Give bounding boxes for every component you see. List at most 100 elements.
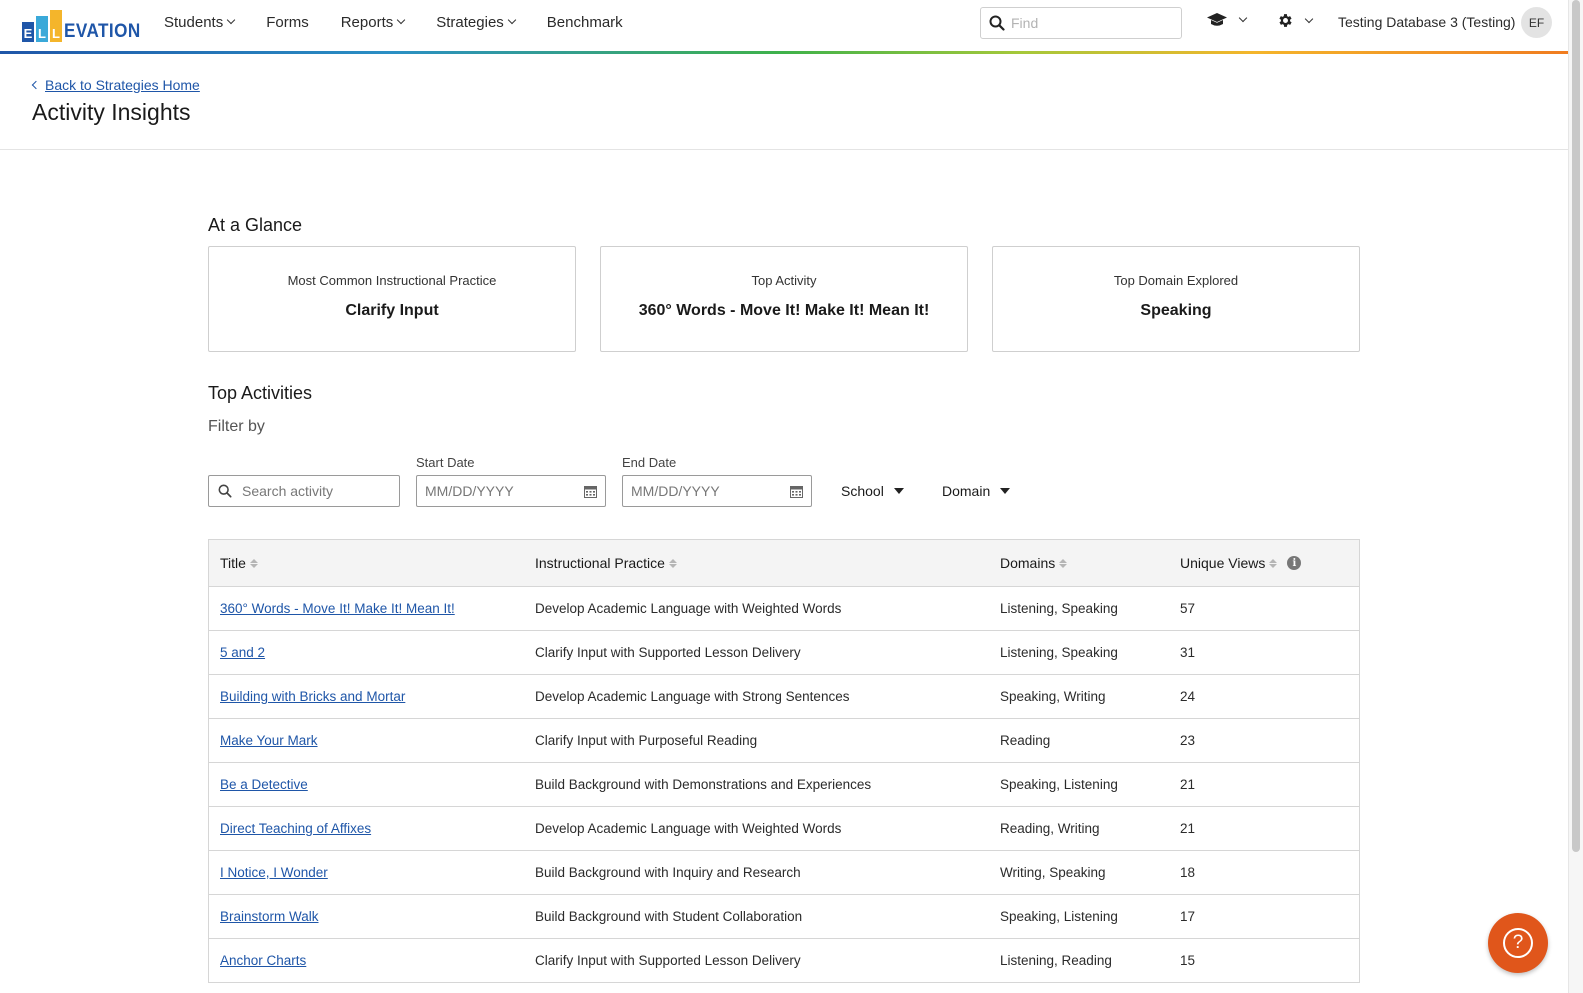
search-icon (218, 484, 232, 498)
back-to-strategies-link[interactable]: Back to Strategies Home (31, 77, 200, 93)
page-title: Activity Insights (32, 99, 191, 125)
table-row: 360° Words - Move It! Make It! Mean It! … (209, 587, 1359, 631)
domains-cell: Listening, Speaking (1000, 601, 1118, 616)
search-icon (989, 15, 1005, 31)
column-header-title[interactable]: Title (209, 555, 535, 571)
school-menu[interactable] (1206, 12, 1248, 28)
top-activities-heading: Top Activities (208, 383, 313, 403)
column-header-practice[interactable]: Instructional Practice (535, 555, 1000, 571)
chevron-left-icon (31, 80, 41, 90)
activity-title-link[interactable]: Brainstorm Walk (220, 909, 319, 924)
end-date-input[interactable] (631, 483, 771, 499)
nav-strategies[interactable]: Strategies (436, 14, 517, 31)
chevron-down-icon (1238, 13, 1248, 23)
practice-cell: Clarify Input with Purposeful Reading (535, 733, 758, 748)
logo-letter: L (36, 16, 48, 42)
avatar[interactable]: EF (1521, 7, 1552, 38)
glance-card-label: Top Domain Explored (1113, 273, 1239, 288)
glance-card-label: Most Common Instructional Practice (287, 273, 497, 288)
scrollbar-thumb[interactable] (1572, 0, 1580, 852)
views-cell: 57 (1180, 601, 1196, 616)
search-activity-field[interactable] (208, 475, 400, 507)
views-cell: 21 (1180, 821, 1196, 836)
table-row: Direct Teaching of Affixes Develop Acade… (209, 807, 1359, 851)
views-cell: 31 (1180, 645, 1196, 660)
column-header-label: Title (220, 555, 246, 571)
activity-title-link[interactable]: I Notice, I Wonder (220, 865, 328, 880)
main-nav: Students Forms Reports Strategies Benchm… (164, 0, 655, 44)
glance-card-label: Top Activity (751, 273, 817, 288)
practice-cell: Build Background with Student Collaborat… (535, 909, 803, 924)
info-icon[interactable]: i (1287, 556, 1302, 570)
find-search-box[interactable] (980, 7, 1182, 39)
glance-card-value: 360° Words - Move It! Make It! Mean It! (638, 302, 930, 319)
settings-menu[interactable] (1277, 12, 1314, 29)
back-link-label: Back to Strategies Home (45, 77, 200, 93)
domains-cell: Listening, Speaking (1000, 645, 1118, 660)
database-name[interactable]: Testing Database 3 (Testing) (1338, 14, 1515, 30)
activity-title-link[interactable]: Building with Bricks and Mortar (220, 689, 405, 704)
activity-title-link[interactable]: Direct Teaching of Affixes (220, 821, 371, 836)
domains-cell: Speaking, Writing (1000, 689, 1106, 704)
logo-bars: E L L (22, 10, 62, 42)
domain-filter-dropdown[interactable]: Domain (942, 483, 1011, 499)
domains-cell: Speaking, Listening (1000, 909, 1118, 924)
sort-icon (1269, 558, 1278, 568)
calendar-icon[interactable] (584, 485, 597, 498)
graduation-cap-icon (1207, 13, 1227, 26)
search-activity-input[interactable] (242, 483, 392, 499)
activity-title-link[interactable]: 5 and 2 (220, 645, 265, 660)
activity-title-link[interactable]: Be a Detective (220, 777, 308, 792)
column-header-label: Domains (1000, 555, 1056, 571)
end-date-field[interactable] (622, 475, 812, 507)
column-header-views[interactable]: Unique Views i (1180, 555, 1359, 571)
logo-letter: L (50, 10, 62, 42)
brand-gradient-bar (0, 51, 1568, 54)
nav-forms[interactable]: Forms (266, 14, 309, 31)
views-cell: 24 (1180, 689, 1196, 704)
glance-card-activity: Top Activity 360° Words - Move It! Make … (600, 246, 968, 352)
top-navbar: E L L EVATION Students Forms Reports Str… (0, 0, 1568, 51)
glance-card-practice: Most Common Instructional Practice Clari… (208, 246, 576, 352)
nav-students[interactable]: Students (164, 13, 236, 31)
glance-card-value: Speaking (1140, 302, 1212, 319)
practice-cell: Build Background with Inquiry and Resear… (535, 865, 801, 880)
table-row: Brainstorm Walk Build Background with St… (209, 895, 1359, 939)
table-row: I Notice, I Wonder Build Background with… (209, 851, 1359, 895)
nav-benchmark[interactable]: Benchmark (547, 14, 623, 31)
nav-label: Students (164, 13, 224, 31)
column-header-domains[interactable]: Domains (1000, 555, 1180, 571)
top-activities-table: Title Instructional Practice Domains Uni… (208, 539, 1360, 983)
school-filter-dropdown[interactable]: School (841, 483, 904, 499)
practice-cell: Develop Academic Language with Weighted … (535, 601, 842, 616)
at-a-glance-heading: At a Glance (208, 215, 303, 235)
ellevation-logo[interactable]: E L L EVATION (22, 10, 149, 42)
table-row: Anchor Charts Clarify Input with Support… (209, 939, 1359, 983)
practice-cell: Clarify Input with Supported Lesson Deli… (535, 645, 801, 660)
caret-down-icon (1000, 488, 1011, 494)
nav-label: Benchmark (546, 13, 623, 31)
start-date-input[interactable] (425, 483, 565, 499)
glance-card-domain: Top Domain Explored Speaking (992, 246, 1360, 352)
activity-title-link[interactable]: 360° Words - Move It! Make It! Mean It! (220, 601, 455, 616)
column-header-label: Instructional Practice (535, 555, 665, 571)
end-date-label: End Date (622, 455, 677, 470)
domain-filter-label: Domain (942, 483, 991, 499)
start-date-label: Start Date (416, 455, 475, 470)
activity-title-link[interactable]: Make Your Mark (220, 733, 318, 748)
activity-title-link[interactable]: Anchor Charts (220, 953, 306, 968)
question-icon: ? (1503, 928, 1533, 958)
calendar-icon[interactable] (790, 485, 803, 498)
chevron-down-icon (397, 15, 406, 25)
table-row: Be a Detective Build Background with Dem… (209, 763, 1359, 807)
views-cell: 17 (1180, 909, 1196, 924)
filter-by-label: Filter by (208, 418, 265, 435)
views-cell: 15 (1180, 953, 1196, 968)
find-input[interactable] (1011, 15, 1171, 31)
chevron-down-icon (507, 15, 517, 25)
caret-down-icon (893, 488, 904, 494)
table-header: Title Instructional Practice Domains Uni… (209, 540, 1359, 587)
help-button[interactable]: ? (1488, 913, 1548, 973)
start-date-field[interactable] (416, 475, 606, 507)
nav-reports[interactable]: Reports (341, 14, 406, 31)
